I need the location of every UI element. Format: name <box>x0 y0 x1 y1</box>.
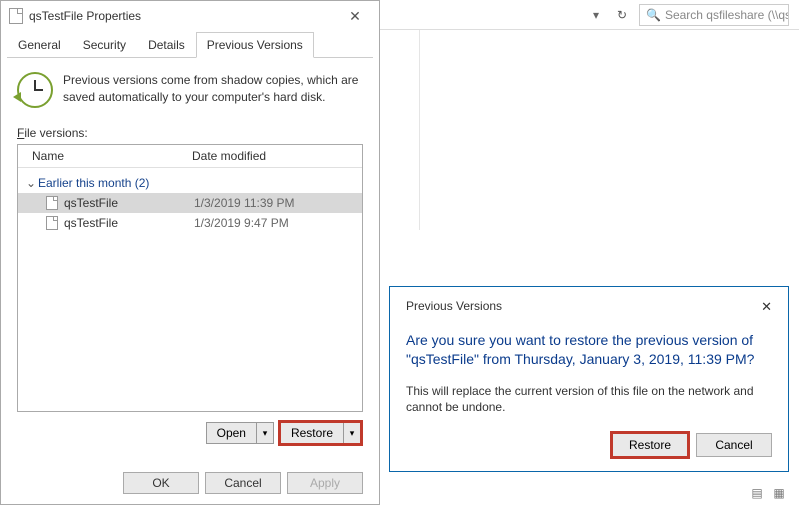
confirm-restore-button[interactable]: Restore <box>612 433 688 457</box>
tab-strip: General Security Details Previous Versio… <box>7 31 373 58</box>
restore-button[interactable]: Restore ▾ <box>280 422 361 444</box>
tab-previous-versions[interactable]: Previous Versions <box>196 32 314 58</box>
titlebar[interactable]: qsTestFile Properties ✕ <box>1 1 379 31</box>
ok-button[interactable]: OK <box>123 472 199 494</box>
info-text: Previous versions come from shadow copie… <box>63 72 363 106</box>
list-item[interactable]: qsTestFile 1/3/2019 9:47 PM <box>18 213 362 233</box>
details-view-icon[interactable]: ▤ <box>749 486 765 500</box>
confirm-message: Are you sure you want to restore the pre… <box>406 331 772 369</box>
document-icon <box>46 196 58 210</box>
document-icon <box>9 8 23 24</box>
explorer-sidebar-strip <box>380 30 420 230</box>
confirm-dialog: Previous Versions ✕ Are you sure you wan… <box>389 286 789 472</box>
window-title: qsTestFile Properties <box>29 9 335 23</box>
tab-details[interactable]: Details <box>137 32 196 58</box>
confirm-subtext: This will replace the current version of… <box>406 383 772 415</box>
dialog-footer: OK Cancel Apply <box>1 462 379 504</box>
refresh-icon[interactable]: ↻ <box>613 6 631 24</box>
dropdown-icon[interactable]: ▾ <box>587 6 605 24</box>
confirm-cancel-button[interactable]: Cancel <box>696 433 772 457</box>
item-date: 1/3/2019 11:39 PM <box>194 196 295 210</box>
view-switcher[interactable]: ▤ ▦ <box>749 486 787 500</box>
item-name: qsTestFile <box>64 196 194 210</box>
versions-listbox[interactable]: Name Date modified ⌄ Earlier this month … <box>17 144 363 412</box>
list-item[interactable]: qsTestFile 1/3/2019 11:39 PM <box>18 193 362 213</box>
confirm-title: Previous Versions <box>406 299 502 315</box>
column-date[interactable]: Date modified <box>192 149 352 163</box>
search-input[interactable]: 🔍 Search qsfileshare (\\qsstorag... <box>639 4 789 26</box>
properties-dialog: qsTestFile Properties ✕ General Security… <box>0 0 380 505</box>
chevron-down-icon: ⌄ <box>26 176 38 190</box>
file-versions-label: File versions: <box>17 126 363 140</box>
close-icon[interactable]: ✕ <box>335 8 375 25</box>
open-dropdown-icon[interactable]: ▾ <box>257 423 273 443</box>
apply-button: Apply <box>287 472 363 494</box>
search-placeholder: Search qsfileshare (\\qsstorag... <box>665 8 789 22</box>
restore-clock-icon <box>17 72 53 108</box>
column-name[interactable]: Name <box>32 149 192 163</box>
item-date: 1/3/2019 9:47 PM <box>194 216 289 230</box>
tab-general[interactable]: General <box>7 32 72 58</box>
item-name: qsTestFile <box>64 216 194 230</box>
restore-dropdown-icon[interactable]: ▾ <box>344 423 360 443</box>
list-header[interactable]: Name Date modified <box>18 145 362 168</box>
tab-security[interactable]: Security <box>72 32 137 58</box>
close-icon[interactable]: ✕ <box>761 299 772 315</box>
open-button[interactable]: Open ▾ <box>206 422 274 444</box>
document-icon <box>46 216 58 230</box>
thumbnails-view-icon[interactable]: ▦ <box>771 486 787 500</box>
group-earlier-this-month[interactable]: ⌄ Earlier this month (2) <box>18 168 362 193</box>
cancel-button[interactable]: Cancel <box>205 472 281 494</box>
search-icon: 🔍 <box>646 8 661 22</box>
